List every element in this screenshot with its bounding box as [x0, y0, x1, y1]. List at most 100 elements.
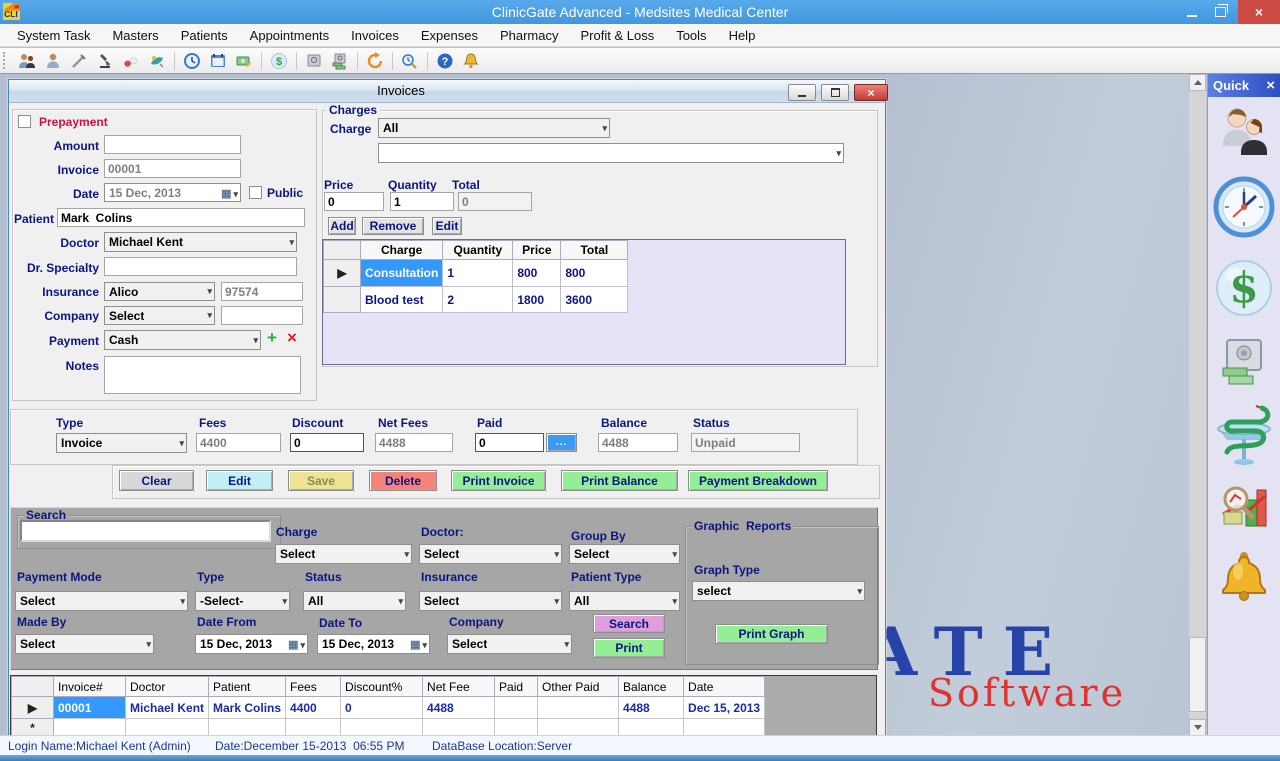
- grid-header-invoice[interactable]: Invoice#: [54, 677, 126, 697]
- grid-header-doctor[interactable]: Doctor: [126, 677, 209, 697]
- medical-kit-icon[interactable]: [147, 51, 167, 71]
- empty-cell[interactable]: [538, 719, 619, 736]
- charges-row[interactable]: Blood test 2 1800 3600: [324, 287, 628, 313]
- balance-cell[interactable]: 4488: [619, 697, 684, 719]
- print-graph-button[interactable]: Print Graph: [715, 624, 828, 644]
- dollar-icon[interactable]: $: [269, 51, 289, 71]
- scroll-down-button[interactable]: [1189, 719, 1206, 735]
- patient-icon[interactable]: [43, 51, 63, 71]
- menu-help[interactable]: Help: [718, 25, 767, 46]
- empty-cell[interactable]: [341, 719, 423, 736]
- scrollbar-thumb[interactable]: [1189, 637, 1206, 712]
- patient-field[interactable]: Mark Colins: [57, 208, 305, 227]
- dr-specialty-field[interactable]: [104, 257, 297, 276]
- grid-header-otherpaid[interactable]: Other Paid: [538, 677, 619, 697]
- graph-type-select[interactable]: select▾: [692, 581, 865, 601]
- company-select[interactable]: Select▾: [104, 306, 215, 325]
- mdi-vertical-scrollbar[interactable]: [1189, 74, 1206, 735]
- invoices-close-button[interactable]: ×: [854, 84, 888, 101]
- search-doctor-select[interactable]: Select▾: [419, 544, 562, 564]
- save-button[interactable]: Save: [288, 470, 354, 491]
- schedule-calendar-icon[interactable]: [208, 51, 228, 71]
- grid-header-discount[interactable]: Discount%: [341, 677, 423, 697]
- invoice-date-picker[interactable]: 15 Dec, 2013 ▦▾: [104, 183, 241, 202]
- quantity-cell[interactable]: 2: [443, 287, 513, 313]
- print-button[interactable]: Print: [593, 638, 665, 658]
- empty-cell[interactable]: [423, 719, 495, 736]
- prepayment-checkbox[interactable]: [18, 115, 31, 128]
- remove-payment-icon[interactable]: ×: [287, 329, 297, 346]
- charge-cell[interactable]: Blood test: [361, 287, 443, 313]
- search-button[interactable]: Search: [593, 614, 665, 633]
- delete-button[interactable]: Delete: [369, 470, 437, 491]
- date-to-picker[interactable]: 15 Dec, 2013▦▾: [317, 634, 430, 654]
- quick-close-icon[interactable]: ×: [1266, 78, 1275, 93]
- menu-patients[interactable]: Patients: [170, 25, 239, 46]
- alerts-bell-icon[interactable]: [1216, 549, 1272, 610]
- expenses-safe-icon[interactable]: [1219, 336, 1269, 391]
- payment-mode-select[interactable]: Select▾: [15, 591, 188, 611]
- price-field[interactable]: 0: [324, 192, 384, 211]
- invoice-number-cell-selected[interactable]: 00001: [54, 697, 126, 719]
- alerts-bell-icon[interactable]: [461, 51, 481, 71]
- empty-cell[interactable]: [495, 719, 538, 736]
- payment-breakdown-button[interactable]: Payment Breakdown: [688, 470, 828, 491]
- menu-system-task[interactable]: System Task: [6, 25, 101, 46]
- date-cell[interactable]: Dec 15, 2013: [684, 697, 765, 719]
- empty-cell[interactable]: [126, 719, 209, 736]
- charge-item-select[interactable]: ▾: [378, 143, 844, 163]
- menu-profit-loss[interactable]: Profit & Loss: [570, 25, 666, 46]
- search-input[interactable]: [20, 520, 271, 542]
- appointments-clock-icon[interactable]: [1213, 176, 1275, 243]
- grid-header-date[interactable]: Date: [684, 677, 765, 697]
- invoices-maximize-button[interactable]: [821, 84, 849, 101]
- toolbar-grip[interactable]: [3, 52, 10, 69]
- pharmacy-icon[interactable]: [1212, 403, 1276, 472]
- restore-button[interactable]: [1206, 0, 1234, 24]
- patient-type-select[interactable]: All▾: [569, 591, 680, 611]
- patient-cell[interactable]: Mark Colins: [209, 697, 286, 719]
- backup-icon[interactable]: [365, 51, 385, 71]
- charge-category-select[interactable]: All▾: [378, 118, 610, 138]
- row-selector-cell[interactable]: [324, 287, 361, 313]
- insurance-select[interactable]: Alico▾: [104, 282, 215, 301]
- close-button[interactable]: ×: [1238, 0, 1280, 24]
- price-cell[interactable]: 800: [513, 260, 561, 287]
- empty-cell[interactable]: [619, 719, 684, 736]
- row-selector-icon[interactable]: ▶: [12, 697, 54, 719]
- help-icon[interactable]: ?: [435, 51, 455, 71]
- grid-header-selector[interactable]: [12, 677, 54, 697]
- paid-cell[interactable]: [495, 697, 538, 719]
- invoices-window-titlebar[interactable]: Invoices ×: [9, 80, 885, 103]
- empty-cell[interactable]: [684, 719, 765, 736]
- payment-select[interactable]: Cash▾: [104, 330, 261, 350]
- microscope-icon[interactable]: [95, 51, 115, 71]
- expenses-money-icon[interactable]: [330, 51, 350, 71]
- remove-charge-button[interactable]: Remove: [362, 217, 424, 235]
- empty-cell[interactable]: [286, 719, 341, 736]
- pills-icon[interactable]: [121, 51, 141, 71]
- insurance-number-field[interactable]: 97574: [221, 282, 303, 301]
- invoice-number-field[interactable]: 00001: [104, 159, 241, 178]
- edit-charge-button[interactable]: Edit: [432, 217, 462, 235]
- charges-header-total[interactable]: Total: [561, 241, 628, 260]
- amount-field[interactable]: [104, 135, 241, 154]
- syringe-icon[interactable]: [69, 51, 89, 71]
- menu-tools[interactable]: Tools: [665, 25, 717, 46]
- new-invoice-row[interactable]: *: [12, 719, 765, 736]
- charge-cell-selected[interactable]: Consultation: [361, 260, 443, 287]
- edit-button[interactable]: Edit: [206, 470, 273, 491]
- otherpaid-cell[interactable]: [538, 697, 619, 719]
- balance-field[interactable]: 4488: [598, 433, 678, 452]
- invoice-row[interactable]: ▶ 00001 Michael Kent Mark Colins 4400 0 …: [12, 697, 765, 719]
- discount-field[interactable]: 0: [290, 433, 364, 452]
- empty-cell[interactable]: [209, 719, 286, 736]
- minimize-button[interactable]: [1178, 0, 1206, 24]
- grid-header-fees[interactable]: Fees: [286, 677, 341, 697]
- doctor-select[interactable]: Michael Kent▾: [104, 232, 297, 252]
- search-insurance-select[interactable]: Select▾: [419, 591, 562, 611]
- price-cell[interactable]: 1800: [513, 287, 561, 313]
- made-by-select[interactable]: Select▾: [15, 634, 154, 654]
- scroll-up-button[interactable]: [1189, 74, 1206, 91]
- search-status-select[interactable]: All▾: [303, 591, 406, 611]
